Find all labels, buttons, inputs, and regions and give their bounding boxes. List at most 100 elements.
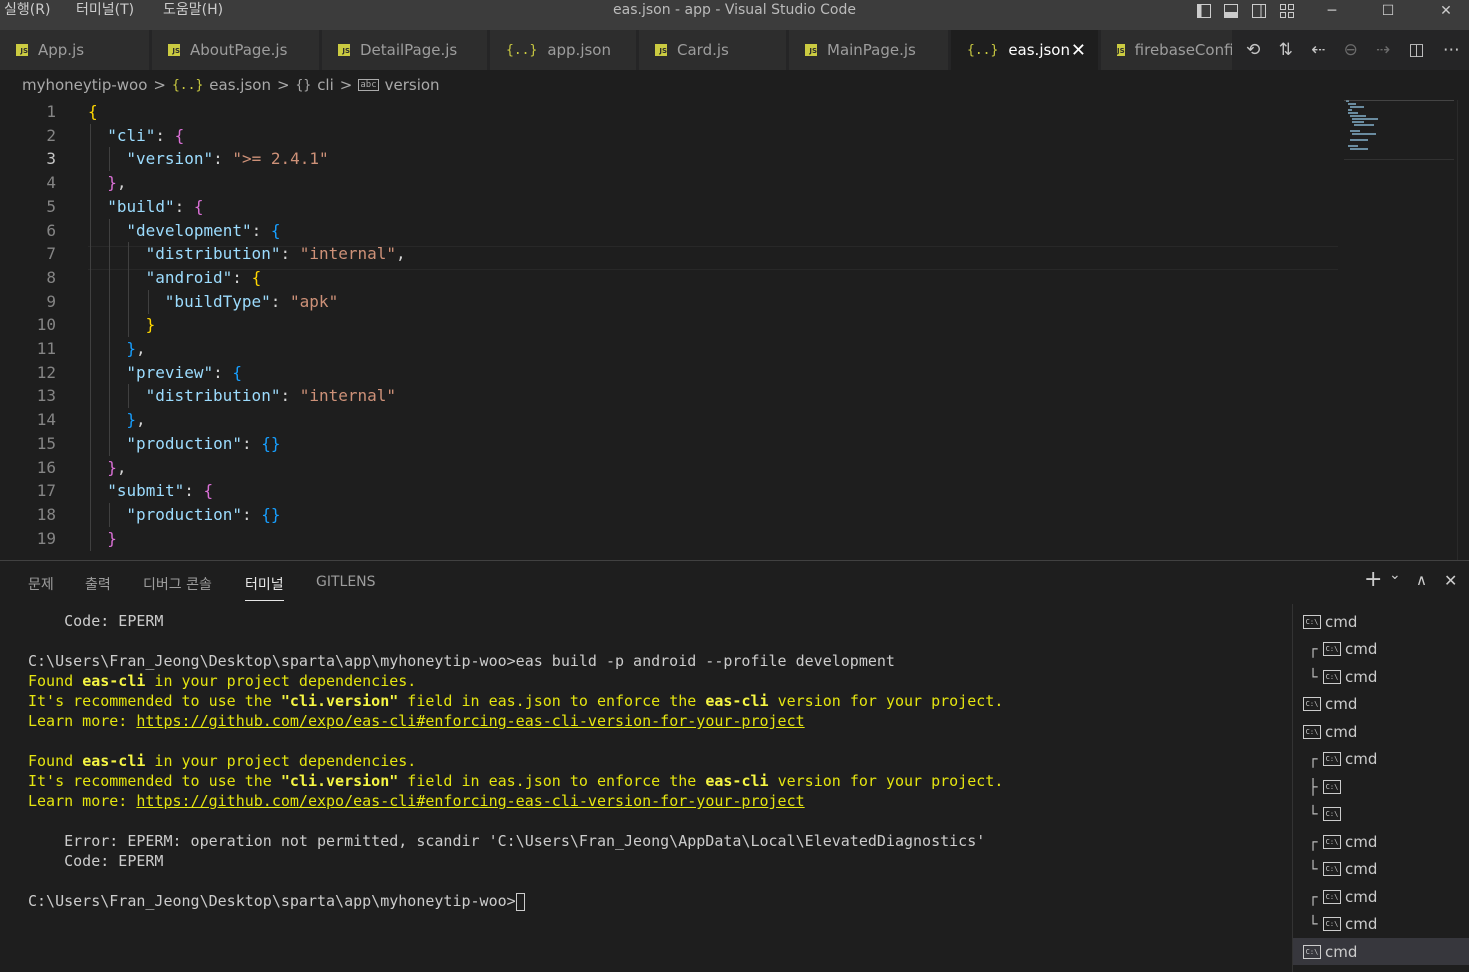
close-window-button[interactable]: ✕: [1432, 0, 1460, 22]
terminal-list-item[interactable]: ├ C:\: [1293, 773, 1469, 800]
tab-card-js[interactable]: JS Card.js: [639, 30, 787, 70]
more-actions-icon[interactable]: ⋯: [1443, 40, 1460, 60]
tab-mainpage-js[interactable]: JS MainPage.js: [789, 30, 949, 70]
code-line[interactable]: 15 "production": {}: [0, 431, 1340, 456]
close-panel-icon[interactable]: ✕: [1444, 571, 1457, 590]
tab-debug-console[interactable]: 디버그 콘솔: [143, 574, 212, 600]
tab-detailpage-js[interactable]: JS DetailPage.js: [322, 30, 488, 70]
terminal-output[interactable]: Code: EPERM C:\Users\Fran_Jeong\Desktop\s…: [28, 611, 1278, 961]
terminal-list-item[interactable]: └ C:\: [1293, 800, 1469, 827]
code-token: {: [203, 481, 214, 501]
code-token: }: [145, 315, 156, 335]
code-line[interactable]: 14},: [0, 408, 1340, 433]
terminal-list-label: cmd: [1325, 722, 1358, 741]
line-number: 1: [46, 102, 56, 121]
code-token: }: [126, 410, 137, 430]
terminal-list-item[interactable]: ┌ C:\ cmd: [1293, 883, 1469, 910]
terminal-list-item[interactable]: C:\ cmd: [1293, 718, 1469, 745]
code-line[interactable]: 9 "buildType": "apk": [0, 289, 1340, 314]
code-editor[interactable]: 1{2 "cli": {3 "version": ">= 2.4.1" 4}, 5 "bu…: [0, 100, 1469, 560]
terminal-list-item[interactable]: C:\ cmd: [1293, 938, 1469, 965]
close-tab-icon[interactable]: ✕: [1071, 40, 1086, 61]
new-terminal-button[interactable]: +: [1364, 567, 1382, 592]
tab-app-json[interactable]: {..} app.json: [490, 30, 637, 70]
terminal-list-item[interactable]: └ C:\ cmd: [1293, 663, 1469, 690]
terminal-link[interactable]: https://github.com/expo/eas-cli#enforcin…: [136, 712, 804, 730]
editor-scrollbar[interactable]: [1457, 100, 1469, 560]
tree-connector-icon: ├: [1308, 777, 1318, 796]
code-line[interactable]: 19}: [0, 526, 1340, 551]
terminal-icon: C:\: [1323, 669, 1341, 684]
maximize-button[interactable]: ☐: [1374, 0, 1402, 22]
toggle-panel-icon[interactable]: [1222, 0, 1240, 22]
code-line[interactable]: 8 "android": {: [0, 265, 1340, 290]
tab-label: App.js: [38, 41, 85, 59]
tab-terminal[interactable]: 터미널: [245, 574, 284, 601]
code-line[interactable]: 2 "cli": {: [0, 123, 1340, 148]
breadcrumb-folder[interactable]: myhoneytip-woo: [22, 76, 147, 94]
code-line[interactable]: 12 "preview": {: [0, 360, 1340, 385]
code-content: "distribution": "internal",: [146, 242, 406, 266]
minimize-button[interactable]: ─: [1318, 0, 1346, 22]
toggle-sidebar-icon[interactable]: [1195, 0, 1213, 22]
menu-run[interactable]: 실행(R): [4, 0, 50, 22]
tab-output[interactable]: 출력: [85, 574, 111, 600]
go-forward-icon[interactable]: ⇢: [1376, 40, 1390, 60]
code-line[interactable]: 13 "distribution": "internal": [0, 384, 1340, 409]
code-line[interactable]: 4},: [0, 171, 1340, 196]
split-editor-icon[interactable]: ◫: [1409, 40, 1425, 60]
terminal-dropdown-icon[interactable]: ⌄: [1389, 567, 1401, 583]
tab-app-js[interactable]: JS App.js: [0, 30, 150, 70]
code-line[interactable]: 1{: [0, 100, 1340, 124]
breadcrumb-file[interactable]: eas.json: [209, 76, 271, 94]
tab-problems[interactable]: 문제: [28, 574, 54, 600]
breadcrumb-object[interactable]: cli: [317, 76, 334, 94]
code-line[interactable]: 6 "development": {: [0, 218, 1340, 243]
terminal-line: Found eas-cli in your project dependenci…: [28, 671, 416, 691]
indent-guide: [147, 289, 149, 314]
code-token: {: [88, 102, 98, 121]
tab-firebaseconfi[interactable]: JS firebaseConfi: [1101, 30, 1233, 70]
terminal-link[interactable]: https://github.com/expo/eas-cli#enforcin…: [136, 792, 804, 810]
terminal-list-item[interactable]: └ C:\ cmd: [1293, 910, 1469, 937]
code-content: "submit": {: [107, 479, 213, 503]
tab-eas-json[interactable]: {..} eas.json ✕: [951, 30, 1099, 70]
compare-changes-icon[interactable]: ⇅: [1279, 40, 1293, 60]
toggle-secondary-sidebar-icon[interactable]: [1250, 0, 1268, 22]
tab-aboutpage-js[interactable]: JS AboutPage.js: [152, 30, 320, 70]
terminal-text: It's recommended to use the: [28, 772, 281, 790]
previous-change-icon[interactable]: ⊖: [1344, 40, 1358, 60]
maximize-panel-icon[interactable]: ∧: [1416, 571, 1427, 589]
code-line[interactable]: 16},: [0, 455, 1340, 480]
tab-gitlens[interactable]: GITLENS: [316, 574, 376, 600]
menu-help[interactable]: 도움말(H): [163, 0, 223, 22]
code-line[interactable]: 11},: [0, 337, 1340, 361]
terminal-list-item[interactable]: ┌ C:\ cmd: [1293, 828, 1469, 855]
code-line[interactable]: 5 "build": {: [0, 194, 1340, 219]
terminal-list-item[interactable]: └ C:\ cmd: [1293, 855, 1469, 882]
menu-terminal[interactable]: 터미널(T): [76, 0, 134, 22]
customize-layout-icon[interactable]: [1278, 0, 1296, 22]
code-line[interactable]: 10}: [0, 313, 1340, 338]
indent-guide: [90, 526, 91, 551]
minimap[interactable]: [1344, 99, 1454, 560]
code-token: :: [174, 196, 194, 216]
code-content: },: [126, 337, 145, 361]
code-line[interactable]: 18 "production": {}: [0, 502, 1340, 527]
code-token: :: [213, 362, 233, 382]
code-line[interactable]: 7 "distribution": "internal",: [0, 242, 1340, 267]
terminal-text: version for your project.: [768, 692, 1004, 710]
terminal-list-item[interactable]: ┌ C:\ cmd: [1293, 635, 1469, 662]
code-line[interactable]: 17 "submit": {: [0, 479, 1340, 504]
timeline-icon[interactable]: ⟲: [1246, 40, 1260, 60]
code-line[interactable]: 3 "version": ">= 2.4.1": [0, 147, 1340, 172]
terminal-list-item[interactable]: ┌ C:\ cmd: [1293, 745, 1469, 772]
terminal-list-item[interactable]: C:\ cmd: [1293, 690, 1469, 717]
go-back-icon[interactable]: ⇠: [1311, 40, 1325, 60]
breadcrumb-property[interactable]: version: [385, 76, 440, 94]
line-number: 18: [36, 504, 56, 524]
code-token: :: [280, 386, 300, 406]
terminal-list-item[interactable]: C:\ cmd: [1293, 608, 1469, 635]
terminal-line: Learn more: https://github.com/expo/eas-…: [28, 791, 805, 811]
code-content: "android": {: [146, 266, 262, 290]
